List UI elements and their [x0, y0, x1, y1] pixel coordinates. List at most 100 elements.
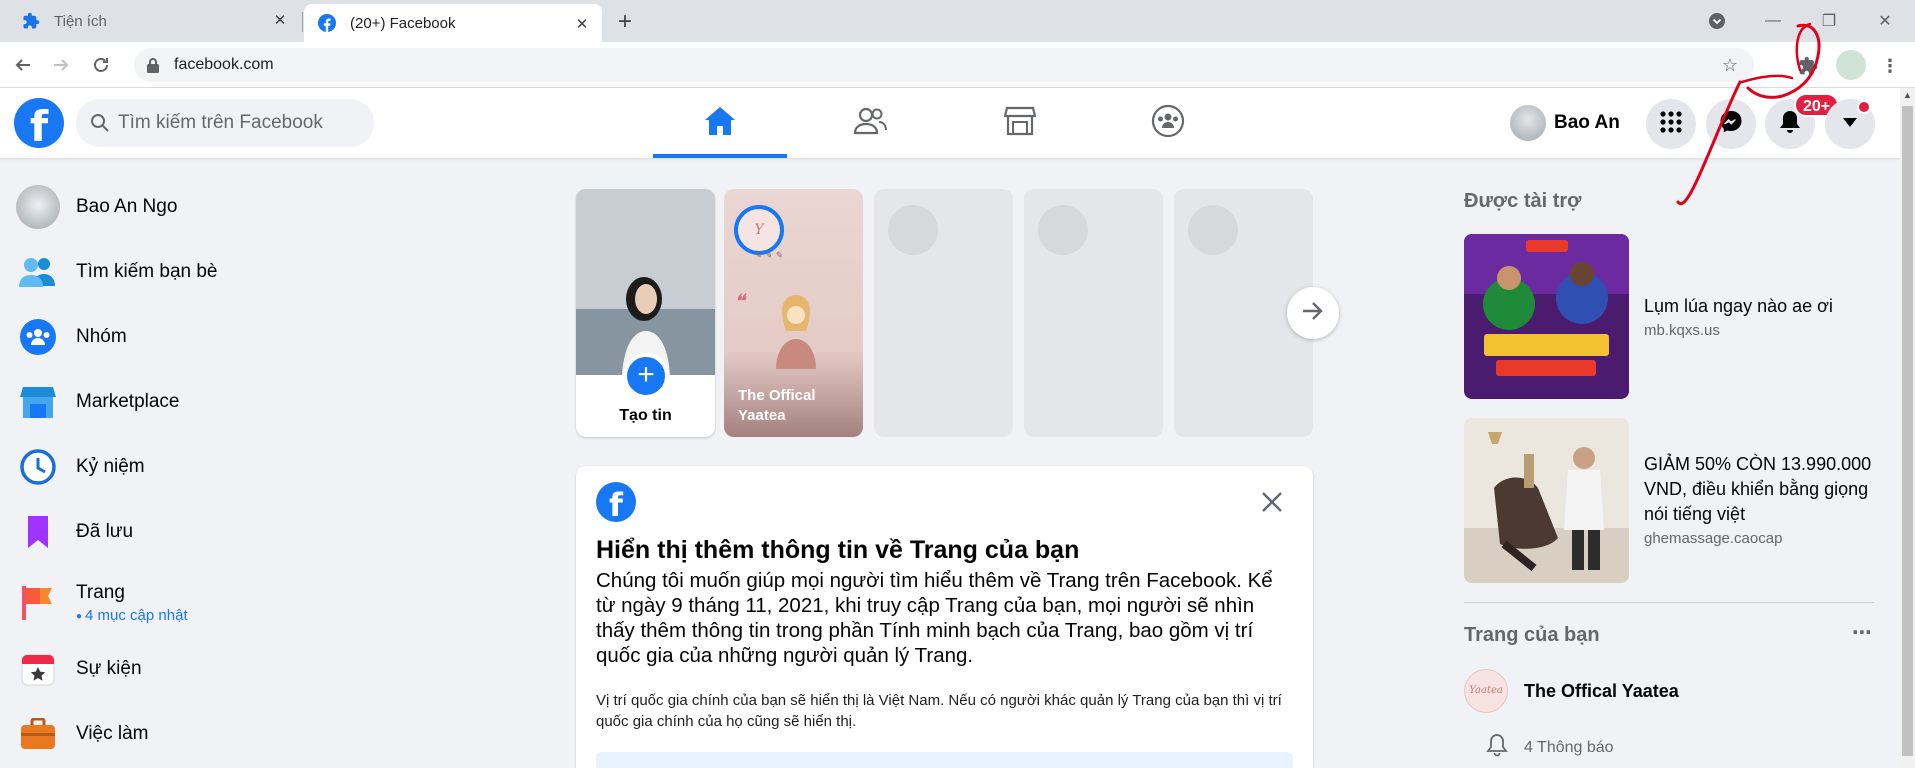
- scroll-up-arrow-icon[interactable]: ▲: [1903, 90, 1912, 100]
- menu-grid-button[interactable]: [1646, 99, 1696, 149]
- sidebar-item-label: Marketplace: [76, 391, 180, 412]
- account-alert-dot: [1857, 100, 1871, 114]
- browser-tab-extensions[interactable]: Tiện ích ✕: [8, 0, 303, 42]
- tab-title: Tiện ích: [54, 12, 107, 30]
- nav-tab-friends[interactable]: [803, 88, 937, 158]
- messenger-button[interactable]: [1706, 99, 1756, 149]
- bookmark-star-icon[interactable]: ☆: [1718, 53, 1742, 77]
- browser-tab-strip: Tiện ích ✕ (20+) Facebook ✕ + — ❐ ✕: [0, 0, 1915, 42]
- sidebar-item-jobs[interactable]: Việc làm: [8, 704, 408, 764]
- story-placeholder-card: [1024, 189, 1163, 437]
- card-title: Hiển thị thêm thông tin về Trang của bạn: [596, 536, 1080, 564]
- nav-tab-home[interactable]: [653, 88, 787, 158]
- story-placeholder-avatar: [888, 205, 938, 255]
- page-scrollbar[interactable]: ▲: [1900, 88, 1915, 768]
- profile-chip[interactable]: Bao An: [1510, 104, 1620, 142]
- url-text: facebook.com: [174, 56, 274, 73]
- extensions-icon[interactable]: [1796, 54, 1820, 78]
- close-tab-icon[interactable]: ✕: [270, 11, 290, 31]
- page-transparency-card: f Hiển thị thêm thông tin về Trang của b…: [576, 466, 1313, 768]
- url-field[interactable]: facebook.com ☆: [134, 48, 1754, 82]
- groups-icon: [16, 315, 60, 359]
- marketplace-icon: [1003, 106, 1037, 141]
- messenger-icon: [1719, 110, 1743, 139]
- sidebar-item-label: Trang: [76, 582, 125, 603]
- sponsored-ad[interactable]: Lụm lúa ngay nào ae ơi mb.kqxs.us: [1464, 234, 1874, 399]
- arrow-right-icon: [1302, 301, 1324, 326]
- ad-domain: ghemassage.caocap: [1644, 530, 1783, 547]
- close-tab-icon[interactable]: ✕: [572, 15, 592, 35]
- page-avatar: Yaatea: [1464, 669, 1508, 713]
- tab-search-icon[interactable]: [1700, 0, 1734, 42]
- sidebar-item-label: Tìm kiếm bạn bè: [76, 261, 218, 282]
- page-story-card[interactable]: Y ✎ ✎ ✎ ❝ The Offical Yaatea: [724, 189, 863, 437]
- sidebar-item-label: Kỷ niệm: [76, 456, 145, 477]
- page-notifications-link[interactable]: 4 Thông báo: [1486, 733, 1614, 762]
- groups-icon: [1151, 104, 1185, 143]
- forward-icon[interactable]: [48, 52, 74, 78]
- sponsored-ad[interactable]: GIẢM 50% CÒN 13.990.000 VND, điều khiển …: [1464, 418, 1874, 583]
- memories-icon: [16, 445, 60, 489]
- card-body: Chúng tôi muốn giúp mọi người tìm hiểu t…: [596, 569, 1273, 667]
- friends-icon: [16, 250, 60, 294]
- events-icon: [16, 647, 60, 691]
- profile-story-photo: [576, 189, 715, 375]
- more-options-icon[interactable]: ⋯: [1852, 620, 1872, 645]
- minimize-icon[interactable]: —: [1756, 0, 1790, 42]
- profile-name: Bao An: [1554, 112, 1620, 133]
- caret-down-icon: [1842, 115, 1858, 133]
- card-action-button[interactable]: [596, 752, 1293, 768]
- ad-image: [1464, 418, 1629, 583]
- sidebar-item-updates: 4 mục cập nhật: [76, 607, 188, 624]
- sidebar-item-profile[interactable]: Bao An Ngo: [8, 177, 408, 237]
- search-box[interactable]: [76, 99, 374, 147]
- ad-text: Lụm lúa ngay nào ae ơi: [1644, 296, 1833, 316]
- sidebar-item-marketplace[interactable]: Marketplace: [8, 372, 408, 432]
- sidebar-item-pages[interactable]: Trang 4 mục cập nhật: [8, 570, 408, 636]
- saved-icon: [16, 510, 60, 554]
- back-icon[interactable]: [10, 52, 36, 78]
- close-card-button[interactable]: [1258, 488, 1286, 516]
- page-story-avatar: Y: [734, 205, 784, 255]
- story-placeholder-avatar: [1188, 205, 1238, 255]
- sidebar-item-memories[interactable]: Kỷ niệm: [8, 437, 408, 497]
- avatar: [1510, 105, 1546, 141]
- address-bar-row: facebook.com ☆ ⋮: [0, 42, 1915, 88]
- facebook-logo-icon: f: [596, 482, 636, 522]
- chrome-menu-icon[interactable]: ⋮: [1878, 54, 1902, 78]
- browser-tab-facebook[interactable]: (20+) Facebook ✕: [304, 4, 602, 42]
- quote-mark-icon: ❝: [734, 289, 745, 313]
- sidebar-item-events[interactable]: Sự kiện: [8, 639, 408, 699]
- jobs-icon: [16, 712, 60, 756]
- pages-flag-icon: [16, 581, 60, 625]
- page-name: The Offical Yaatea: [1524, 680, 1679, 701]
- facebook-logo[interactable]: f: [14, 98, 64, 148]
- ad-domain: mb.kqxs.us: [1644, 322, 1720, 339]
- right-column-divider: [1464, 602, 1874, 603]
- add-story-plus-icon[interactable]: +: [623, 353, 669, 399]
- home-icon: [704, 106, 736, 141]
- tab-title: (20+) Facebook: [350, 14, 456, 32]
- lock-icon[interactable]: [146, 57, 160, 73]
- search-icon: [90, 113, 110, 133]
- story-placeholder-card: [874, 189, 1013, 437]
- sidebar-item-label: Đã lưu: [76, 521, 134, 542]
- chrome-profile-avatar[interactable]: [1836, 50, 1866, 80]
- reload-icon[interactable]: [88, 52, 114, 78]
- your-page-item[interactable]: Yaatea The Offical Yaatea: [1464, 668, 1679, 714]
- nav-tab-groups[interactable]: [1101, 88, 1235, 158]
- new-tab-button[interactable]: +: [618, 8, 632, 36]
- close-icon: [1262, 492, 1282, 512]
- sidebar-item-find-friends[interactable]: Tìm kiếm bạn bè: [8, 242, 408, 302]
- stories-next-button[interactable]: [1287, 287, 1339, 339]
- ad-image: [1464, 234, 1629, 399]
- sponsored-heading: Được tài trợ: [1464, 190, 1582, 212]
- sidebar-item-saved[interactable]: Đã lưu: [8, 502, 408, 562]
- create-story-card[interactable]: + Tạo tin: [576, 189, 715, 437]
- search-input[interactable]: [118, 109, 358, 137]
- close-window-icon[interactable]: ✕: [1868, 0, 1902, 42]
- nav-tab-marketplace[interactable]: [953, 88, 1087, 158]
- sidebar-item-groups[interactable]: Nhóm: [8, 307, 408, 367]
- restore-icon[interactable]: ❐: [1812, 0, 1846, 42]
- scrollbar-thumb[interactable]: [1902, 106, 1913, 756]
